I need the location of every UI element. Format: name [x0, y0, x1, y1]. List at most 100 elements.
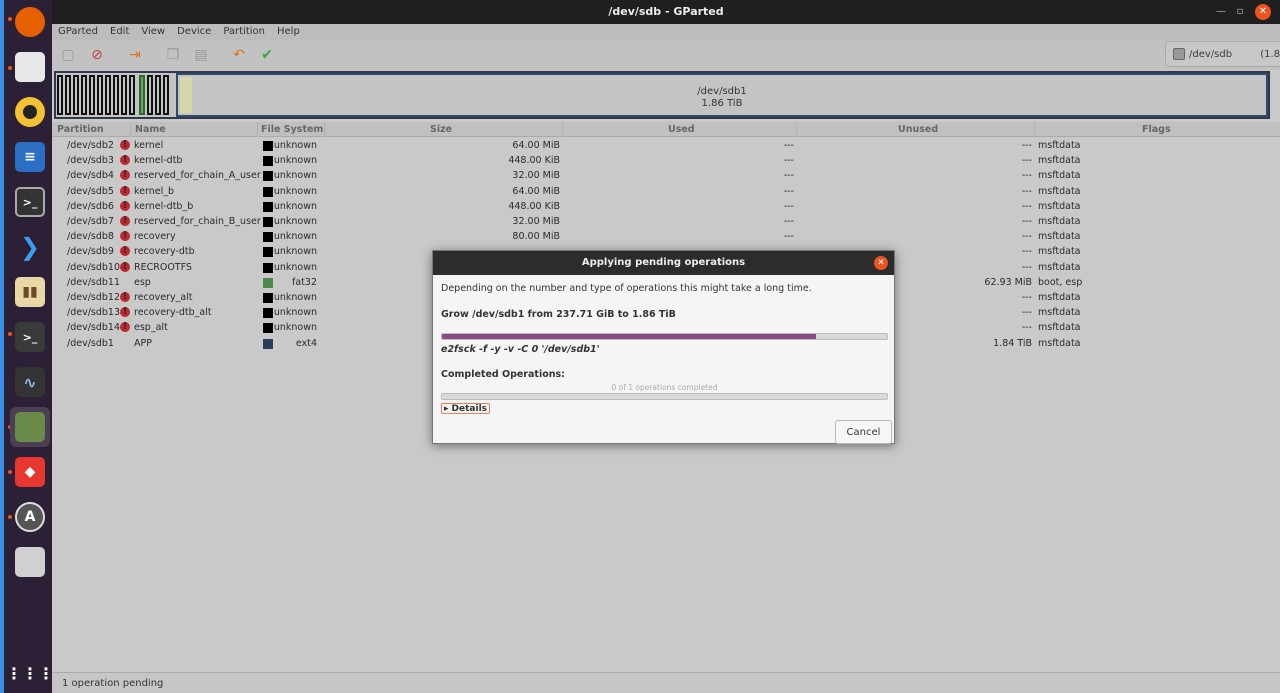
row-unused: --- [1021, 261, 1032, 273]
col-name[interactable]: Name [135, 124, 166, 135]
menu-edit[interactable]: Edit [104, 24, 135, 40]
delete-icon[interactable]: ⊘ [87, 45, 107, 65]
partition-table-header: Partition Name File System Size Used Unu… [52, 122, 1280, 137]
gparted-launcher[interactable] [10, 407, 50, 447]
row-flags: msftdata [1038, 322, 1081, 334]
row-unused: --- [1021, 155, 1032, 167]
new-icon[interactable]: ▢ [58, 45, 78, 65]
paste-icon[interactable]: ▤ [191, 45, 211, 65]
row-used: --- [783, 200, 794, 212]
toolbar: ▢ ⊘ ⇥ ❐ ▤ ↶ ✔ /dev/sdb (1.86 TiB) ▾ [52, 40, 1280, 70]
partition-block[interactable] [147, 75, 153, 115]
row-filesystem: unknown [273, 140, 317, 151]
row-partition: /dev/sdb3 [67, 155, 114, 167]
partition-block[interactable] [113, 75, 119, 115]
vscode-launcher[interactable]: ❯ [10, 227, 50, 267]
table-row[interactable]: /dev/sdb4! reserved_for_chain_A_user unkno… [52, 168, 1280, 183]
partition-block[interactable] [89, 75, 95, 115]
col-unused[interactable]: Unused [898, 124, 938, 135]
partition-block[interactable] [105, 75, 111, 115]
partition-block[interactable] [163, 75, 169, 115]
partition-block[interactable] [129, 75, 135, 115]
row-partition: /dev/sdb2 [67, 140, 114, 151]
col-flags[interactable]: Flags [1142, 124, 1171, 135]
table-row[interactable]: /dev/sdb5! kernel_b unknown 64.00 MiB --- ---… [52, 184, 1280, 199]
triangle-right-icon: ▸ [444, 403, 449, 414]
col-size[interactable]: Size [430, 124, 452, 135]
row-used: --- [783, 155, 794, 167]
col-used[interactable]: Used [668, 124, 695, 135]
details-expander[interactable]: ▸ Details [441, 403, 491, 414]
apply-icon[interactable]: ✔ [257, 45, 277, 65]
terminal-icon: >_ [15, 322, 45, 352]
firefox-icon [15, 7, 45, 37]
dock: ≡ >_ ❯ ▮▮ >_ ∿ ◆ A ⋮⋮⋮ [0, 0, 54, 693]
table-row[interactable]: /dev/sdb2! kernel unknown 64.00 MiB --- --- ms… [52, 138, 1280, 153]
table-row[interactable]: /dev/sdb8! recovery unknown 80.00 MiB --- ---… [52, 229, 1280, 244]
copy-icon[interactable]: ❐ [163, 45, 183, 65]
table-row[interactable]: /dev/sdb3! kernel-dtb unknown 448.00 KiB ---… [52, 153, 1280, 168]
terminal-launcher[interactable]: >_ [10, 182, 50, 222]
completed-progress-bar [441, 393, 888, 400]
grid-icon: ⋮⋮⋮ [6, 663, 54, 683]
details-label: Details [451, 403, 488, 414]
drive-launcher[interactable] [10, 542, 50, 582]
writer-launcher[interactable]: ≡ [10, 137, 50, 177]
files-launcher[interactable] [10, 47, 50, 87]
partition-block[interactable] [73, 75, 79, 115]
row-filesystem: unknown [273, 170, 317, 182]
system-monitor-launcher[interactable]: ∿ [10, 362, 50, 402]
firefox-launcher[interactable] [10, 2, 50, 42]
warning-icon: ! [120, 307, 130, 318]
partition-block-main[interactable]: /dev/sdb1 1.86 TiB [176, 73, 1268, 117]
resize-icon[interactable]: ⇥ [125, 45, 145, 65]
menu-gparted[interactable]: GParted [52, 24, 104, 40]
row-filesystem: unknown [273, 246, 317, 258]
partition-block[interactable] [57, 75, 63, 115]
row-unused: --- [1021, 140, 1032, 151]
row-flags: msftdata [1038, 307, 1081, 319]
dialog-close-button[interactable]: ✕ [874, 256, 888, 270]
device-selector[interactable]: /dev/sdb (1.86 TiB) ▾ [1165, 41, 1280, 67]
warning-icon: ! [120, 200, 130, 211]
row-filesystem: unknown [273, 292, 317, 303]
menu-help[interactable]: Help [271, 24, 306, 40]
menu-partition[interactable]: Partition [217, 24, 271, 40]
rhythmbox-launcher[interactable] [10, 92, 50, 132]
menu-device[interactable]: Device [171, 24, 217, 40]
row-partition: /dev/sdb12 [67, 292, 120, 303]
row-name: reserved_for_chain_B_user [134, 216, 261, 227]
row-size: 448.00 KiB [508, 200, 560, 212]
cancel-button[interactable]: Cancel [835, 420, 892, 444]
row-used: --- [783, 216, 794, 227]
col-filesystem[interactable]: File System [261, 124, 323, 135]
partition-block[interactable] [97, 75, 103, 115]
col-partition[interactable]: Partition [57, 124, 104, 135]
close-button[interactable]: ✕ [1255, 4, 1271, 20]
partition-block[interactable] [81, 75, 87, 115]
table-row[interactable]: /dev/sdb6! kernel-dtb_b unknown 448.00 KiB -… [52, 199, 1280, 214]
partition-map: /dev/sdb1 1.86 TiB [54, 71, 1270, 119]
partition-block[interactable] [65, 75, 71, 115]
row-flags: boot, esp [1038, 276, 1083, 288]
drive-icon [15, 547, 45, 577]
status-text: 1 operation pending [62, 678, 164, 689]
minimize-button[interactable]: — [1213, 4, 1229, 20]
reader-launcher[interactable]: ▮▮ [10, 272, 50, 312]
partition-block[interactable] [121, 75, 127, 115]
partition-block[interactable] [155, 75, 161, 115]
software-launcher[interactable]: A [10, 497, 50, 537]
row-filesystem: unknown [273, 322, 317, 334]
menu-bar: GParted Edit View Device Partition Help [52, 24, 1280, 40]
book-icon: ▮▮ [15, 277, 45, 307]
show-apps-button[interactable]: ⋮⋮⋮ [6, 653, 54, 693]
table-row[interactable]: /dev/sdb7! reserved_for_chain_B_user unkno… [52, 214, 1280, 229]
maximize-button[interactable]: ▫ [1232, 4, 1248, 20]
row-name: esp_alt [134, 322, 168, 334]
partition-block-esp[interactable] [139, 75, 145, 115]
undo-icon[interactable]: ↶ [229, 45, 249, 65]
row-size: 80.00 MiB [512, 231, 560, 243]
menu-view[interactable]: View [135, 24, 171, 40]
terminal2-launcher[interactable]: >_ [10, 317, 50, 357]
anydesk-launcher[interactable]: ◆ [10, 452, 50, 492]
